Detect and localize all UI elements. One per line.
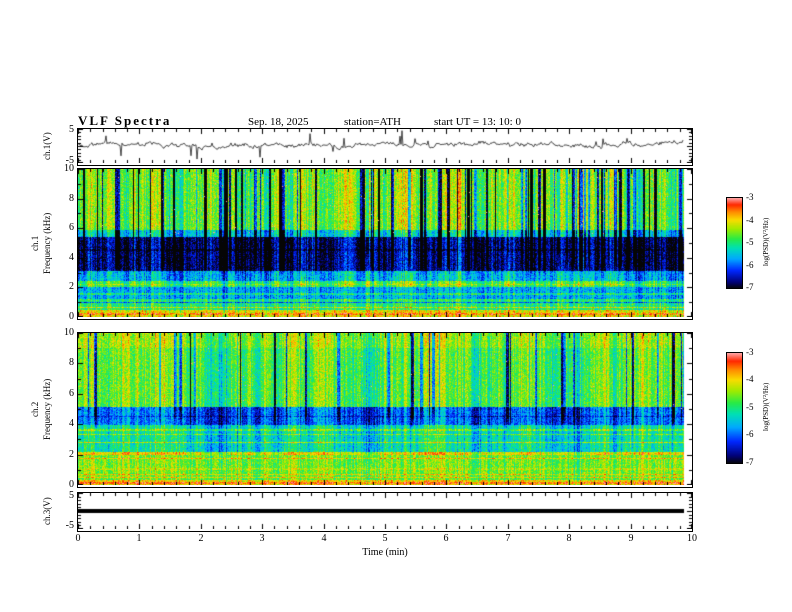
ch1-spec-freq-label: Frequency (kHz) — [42, 212, 52, 274]
plot-title: VLF Spectra — [78, 113, 172, 128]
ch2-spectrogram-panel — [77, 332, 693, 488]
xtick-3: 3 — [259, 533, 265, 544]
ch3-waveform-canvas — [78, 493, 692, 529]
ch1-waveform-panel — [77, 128, 693, 166]
ch3-wave-ytick-m5: -5 — [65, 520, 74, 531]
ch1-spectrogram-canvas — [78, 169, 692, 317]
xtick-7: 7 — [505, 533, 511, 544]
colorbar-ch1-canvas — [727, 198, 742, 288]
ch2-spec-freq-label: Frequency (kHz) — [42, 378, 52, 440]
ch2-spec-ytick-4: 4 — [69, 418, 74, 429]
ch2-spec-ytick-0: 0 — [69, 479, 74, 490]
ch2-spec-channel-label: ch.2 — [30, 401, 40, 417]
xtick-9: 9 — [628, 533, 634, 544]
plot-start-ut: start UT = 13: 10: 0 — [434, 116, 521, 128]
cbar1-label: log(PSD)(V²/Hz) — [762, 217, 770, 267]
ch1-spectrogram-panel — [77, 168, 693, 320]
colorbar-ch2 — [726, 352, 743, 464]
ch1-spec-ytick-6: 6 — [69, 222, 74, 233]
ch3-waveform-panel — [77, 492, 693, 532]
ch1-waveform-canvas — [78, 129, 692, 163]
time-axis-label: Time (min) — [362, 547, 408, 558]
ch2-spec-ytick-10: 10 — [64, 327, 74, 338]
plot-station: station=ATH — [344, 116, 401, 128]
cbar2-label: log(PSD)(V²/Hz) — [762, 382, 770, 432]
ch2-spec-ytick-6: 6 — [69, 388, 74, 399]
plot-date: Sep. 18, 2025 — [248, 116, 309, 128]
colorbar-ch1 — [726, 197, 743, 289]
ch1-spec-ytick-2: 2 — [69, 281, 74, 292]
colorbar-ch2-canvas — [727, 353, 742, 463]
xtick-4: 4 — [321, 533, 327, 544]
xtick-5: 5 — [382, 533, 388, 544]
xtick-1: 1 — [136, 533, 142, 544]
ch2-spectrogram-canvas — [78, 333, 692, 485]
xtick-0: 0 — [75, 533, 81, 544]
ch1-spec-ytick-0: 0 — [69, 311, 74, 322]
ch3-wave-ytick-5: 5 — [69, 490, 74, 501]
xtick-6: 6 — [443, 533, 449, 544]
ch1-spec-ytick-4: 4 — [69, 252, 74, 263]
xtick-8: 8 — [566, 533, 572, 544]
xtick-2: 2 — [198, 533, 204, 544]
ch1-spec-ytick-8: 8 — [69, 193, 74, 204]
xtick-10: 10 — [687, 533, 697, 544]
ch2-spec-ytick-8: 8 — [69, 357, 74, 368]
ch1-spec-channel-label: ch.1 — [30, 235, 40, 251]
vlf-spectra-figure: VLF Spectra Sep. 18, 2025 station=ATH st… — [0, 0, 792, 612]
ch2-spec-ytick-2: 2 — [69, 449, 74, 460]
ch1-spec-ytick-10: 10 — [64, 163, 74, 174]
ch1-wave-ytick-5: 5 — [69, 124, 74, 135]
